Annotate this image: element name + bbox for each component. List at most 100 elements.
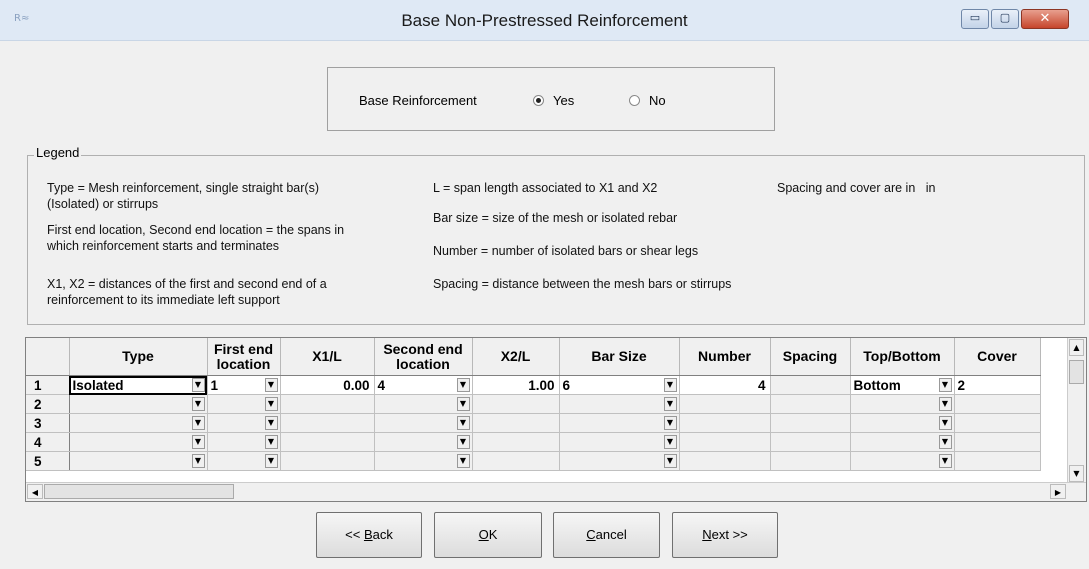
dropdown-arrow-icon[interactable]: ▼ bbox=[938, 454, 952, 468]
cell-x2l bbox=[472, 451, 560, 471]
cell-first-end[interactable]: 1 ▼ bbox=[207, 375, 281, 395]
cancel-button[interactable]: Cancel bbox=[553, 512, 660, 558]
cell-bar-size[interactable]: ▼ bbox=[559, 451, 680, 471]
cell-second-end[interactable]: 4 ▼ bbox=[374, 375, 473, 395]
legend-x-line2: reinforcement to its immediate left supp… bbox=[47, 293, 280, 307]
header-first-end: First end location bbox=[207, 338, 281, 376]
cell-second-end[interactable]: ▼ bbox=[374, 451, 473, 471]
dropdown-arrow-icon[interactable]: ▼ bbox=[191, 416, 205, 430]
cell-type[interactable]: ▼ bbox=[69, 394, 208, 414]
cell-number bbox=[679, 451, 771, 471]
legend-spacing: Spacing = distance between the mesh bars… bbox=[433, 277, 732, 291]
cell-bar-size[interactable]: ▼ bbox=[559, 394, 680, 414]
cell-type[interactable]: ▼ bbox=[69, 451, 208, 471]
cell-bar-size[interactable]: 6 ▼ bbox=[559, 375, 680, 395]
cell-cover[interactable]: 2 bbox=[954, 375, 1041, 395]
minimize-icon: ▭ bbox=[969, 11, 981, 24]
dropdown-arrow-icon[interactable]: ▼ bbox=[456, 397, 470, 411]
cell-type[interactable]: Isolated ▼ bbox=[69, 375, 208, 395]
dropdown-arrow-icon[interactable]: ▼ bbox=[191, 397, 205, 411]
dropdown-arrow-icon[interactable]: ▼ bbox=[663, 454, 677, 468]
cell-spacing bbox=[770, 413, 851, 433]
radio-no[interactable]: No bbox=[629, 93, 666, 108]
legend-location-line2: which reinforcement starts and terminate… bbox=[47, 239, 280, 253]
scroll-right-icon[interactable]: ▶ bbox=[1050, 484, 1066, 499]
dropdown-arrow-icon[interactable]: ▼ bbox=[663, 416, 677, 430]
dropdown-arrow-icon[interactable]: ▼ bbox=[456, 435, 470, 449]
table-row: 4 ▼ ▼ ▼ ▼ ▼ bbox=[26, 432, 1041, 452]
close-button[interactable]: ✕ bbox=[1021, 9, 1069, 29]
dropdown-arrow-icon[interactable]: ▼ bbox=[456, 454, 470, 468]
cell-top-bottom[interactable]: ▼ bbox=[850, 413, 955, 433]
cell-first-end[interactable]: ▼ bbox=[207, 432, 281, 452]
cell-second-end[interactable]: ▼ bbox=[374, 432, 473, 452]
dropdown-arrow-icon[interactable]: ▼ bbox=[264, 378, 278, 392]
legend-x-line1: X1, X2 = distances of the first and seco… bbox=[47, 277, 327, 291]
cell-cover bbox=[954, 413, 1041, 433]
header-top-bottom: Top/Bottom bbox=[850, 338, 955, 376]
cell-top-bottom[interactable]: ▼ bbox=[850, 394, 955, 414]
dropdown-arrow-icon[interactable]: ▼ bbox=[191, 454, 205, 468]
vertical-scrollbar[interactable]: ▲ ▼ bbox=[1067, 338, 1086, 483]
dropdown-arrow-icon[interactable]: ▼ bbox=[938, 416, 952, 430]
cell-first-end[interactable]: ▼ bbox=[207, 394, 281, 414]
dropdown-arrow-icon[interactable]: ▼ bbox=[264, 397, 278, 411]
dropdown-arrow-icon[interactable]: ▼ bbox=[264, 454, 278, 468]
cell-first-end[interactable]: ▼ bbox=[207, 451, 281, 471]
cell-top-bottom[interactable]: Bottom ▼ bbox=[850, 375, 955, 395]
cell-x2l[interactable]: 1.00 bbox=[472, 375, 560, 395]
base-reinforcement-label: Base Reinforcement bbox=[359, 93, 477, 108]
dropdown-arrow-icon[interactable]: ▼ bbox=[191, 378, 205, 392]
table-row: 1 Isolated ▼ 1 ▼ 0.00 4 ▼ 1.00 6 ▼ 4 Bottom ▼… bbox=[26, 375, 1041, 395]
cell-x1l[interactable]: 0.00 bbox=[280, 375, 375, 395]
vertical-scroll-thumb[interactable] bbox=[1069, 360, 1084, 384]
cell-number[interactable]: 4 bbox=[679, 375, 771, 395]
scroll-down-icon[interactable]: ▼ bbox=[1069, 465, 1084, 482]
cell-spacing bbox=[770, 432, 851, 452]
cell-first-end[interactable]: ▼ bbox=[207, 413, 281, 433]
scroll-left-icon[interactable]: ◀ bbox=[27, 484, 43, 499]
dropdown-arrow-icon[interactable]: ▼ bbox=[663, 378, 677, 392]
cell-cover bbox=[954, 394, 1041, 414]
minimize-button[interactable]: ▭ bbox=[961, 9, 989, 29]
cell-second-end[interactable]: ▼ bbox=[374, 394, 473, 414]
dropdown-arrow-icon[interactable]: ▼ bbox=[938, 435, 952, 449]
dropdown-arrow-icon[interactable]: ▼ bbox=[456, 416, 470, 430]
cell-type[interactable]: ▼ bbox=[69, 413, 208, 433]
corner-header bbox=[26, 338, 70, 376]
dropdown-arrow-icon[interactable]: ▼ bbox=[663, 435, 677, 449]
next-button[interactable]: Next >> bbox=[672, 512, 778, 558]
cell-x1l bbox=[280, 451, 375, 471]
radio-yes[interactable]: Yes bbox=[533, 93, 574, 108]
radio-no-indicator[interactable] bbox=[629, 95, 640, 106]
legend-l: L = span length associated to X1 and X2 bbox=[433, 181, 658, 195]
dropdown-arrow-icon[interactable]: ▼ bbox=[938, 378, 952, 392]
table-row: 3 ▼ ▼ ▼ ▼ ▼ bbox=[26, 413, 1041, 433]
horizontal-scrollbar[interactable]: ◀ ▶ bbox=[26, 482, 1086, 501]
header-number: Number bbox=[679, 338, 771, 376]
dropdown-arrow-icon[interactable]: ▼ bbox=[191, 435, 205, 449]
dropdown-arrow-icon[interactable]: ▼ bbox=[663, 397, 677, 411]
cell-type[interactable]: ▼ bbox=[69, 432, 208, 452]
dropdown-arrow-icon[interactable]: ▼ bbox=[264, 416, 278, 430]
ok-button[interactable]: OK bbox=[434, 512, 542, 558]
reinforcement-grid[interactable]: Type First end location X1/L Second end … bbox=[25, 337, 1087, 502]
back-button[interactable]: << Back bbox=[316, 512, 422, 558]
cell-bar-size[interactable]: ▼ bbox=[559, 413, 680, 433]
title-bar: R≈ Base Non-Prestressed Reinforcement ▭ … bbox=[0, 0, 1089, 41]
scroll-up-icon[interactable]: ▲ bbox=[1069, 339, 1084, 356]
dropdown-arrow-icon[interactable]: ▼ bbox=[938, 397, 952, 411]
cell-spacing bbox=[770, 394, 851, 414]
horizontal-scroll-thumb[interactable] bbox=[44, 484, 234, 499]
maximize-button[interactable]: ▢ bbox=[991, 9, 1019, 29]
dropdown-arrow-icon[interactable]: ▼ bbox=[264, 435, 278, 449]
cell-top-bottom[interactable]: ▼ bbox=[850, 451, 955, 471]
cell-top-bottom[interactable]: ▼ bbox=[850, 432, 955, 452]
header-x2l: X2/L bbox=[472, 338, 560, 376]
cell-second-end[interactable]: ▼ bbox=[374, 413, 473, 433]
radio-yes-indicator[interactable] bbox=[533, 95, 544, 106]
dropdown-arrow-icon[interactable]: ▼ bbox=[456, 378, 470, 392]
legend-units: Spacing and cover are in in bbox=[777, 181, 936, 195]
cell-x2l bbox=[472, 432, 560, 452]
cell-bar-size[interactable]: ▼ bbox=[559, 432, 680, 452]
